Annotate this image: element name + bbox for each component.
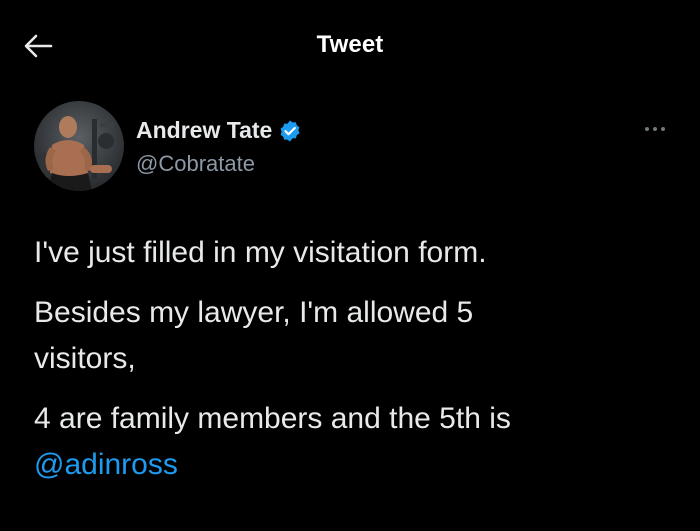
tweet-paragraph: I've just filled in my visitation form. [34, 230, 664, 276]
author-handle[interactable]: @Cobratate [136, 151, 255, 177]
tweet-line: Besides my lawyer, I'm allowed 5 [34, 296, 474, 329]
more-horizontal-icon [645, 127, 665, 131]
tweet-line: I've just filled in my visitation form. [34, 236, 487, 269]
avatar-photo [34, 101, 124, 191]
author-name: Andrew Tate [136, 117, 273, 143]
author-name-link[interactable]: Andrew Tate [136, 117, 302, 144]
more-options-button[interactable] [638, 117, 672, 141]
page-title: Tweet [316, 31, 384, 58]
tweet-line: 4 are family members and the 5th is [34, 402, 511, 435]
tweet-line: visitors, [34, 342, 136, 375]
verified-badge-icon [278, 119, 302, 143]
tweet-paragraph: 4 are family members and the 5th is @adi… [34, 396, 664, 488]
avatar[interactable] [34, 101, 124, 191]
tweet-author: Andrew Tate @Cobratate [34, 101, 674, 195]
tweet-text: I've just filled in my visitation form. … [34, 230, 664, 502]
top-bar: Tweet [0, 0, 700, 90]
tweet-paragraph: Besides my lawyer, I'm allowed 5 visitor… [34, 290, 664, 382]
mention-link[interactable]: @adinross [34, 448, 178, 481]
